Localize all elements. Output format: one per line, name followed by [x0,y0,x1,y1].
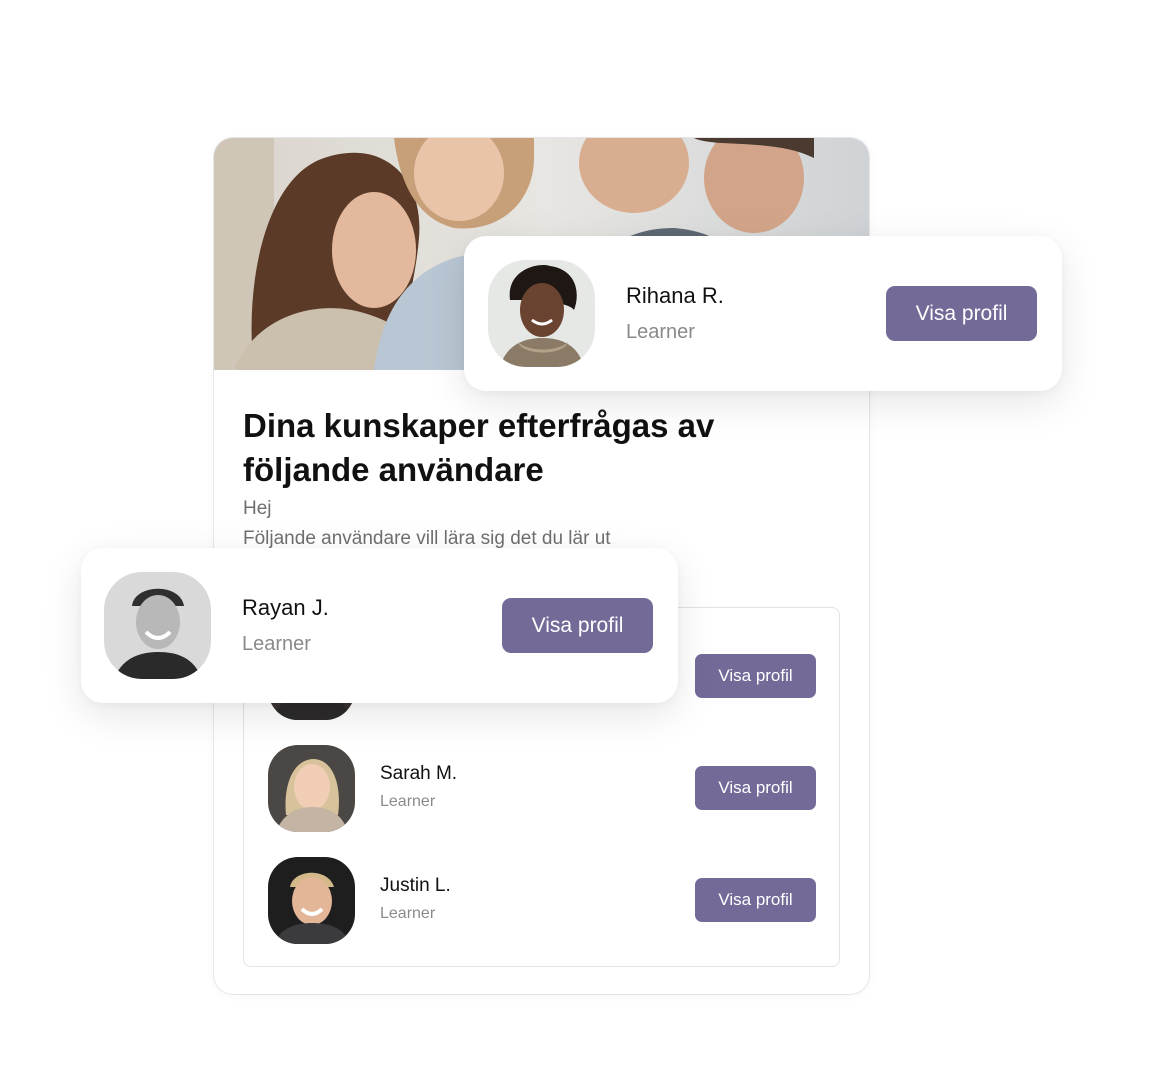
featured-user-card: Rayan J. Learner Visa profil [81,548,678,703]
featured-user-name: Rayan J. [242,595,329,620]
featured-user-card: Rihana R. Learner Visa profil [464,236,1062,391]
avatar [104,572,211,679]
avatar [268,745,355,832]
row-name: Justin L. [380,875,451,896]
view-profile-button[interactable]: Visa profil [695,654,816,698]
card-title: Dina kunskaper efterfrågas av följande a… [243,407,715,488]
featured-user-role: Learner [626,321,695,343]
card-greeting: Hej [243,498,272,519]
view-profile-button[interactable]: Visa profil [502,598,653,653]
view-profile-button[interactable]: Visa profil [886,286,1037,341]
avatar [488,260,595,367]
featured-user-name: Rihana R. [626,283,724,308]
view-profile-button[interactable]: Visa profil [695,878,816,922]
avatar [268,857,355,944]
row-role: Learner [380,905,436,922]
row-name: Sarah M. [380,763,458,784]
row-role: Learner [380,793,436,810]
list-item: Sarah M. Learner Visa profil [244,745,839,835]
view-profile-button[interactable]: Visa profil [695,766,816,810]
featured-user-role: Learner [242,633,311,655]
list-item: Justin L. Learner Visa profil [244,857,839,947]
